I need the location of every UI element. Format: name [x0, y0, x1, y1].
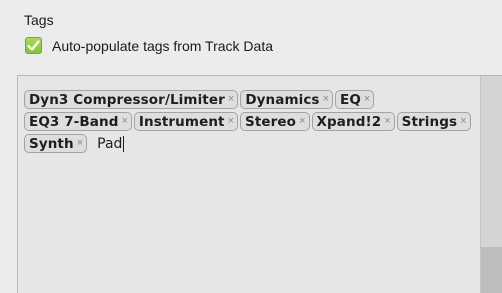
tag-label: Dyn3 Compressor/Limiter	[29, 91, 225, 108]
remove-tag-icon[interactable]: ×	[121, 116, 127, 127]
tag-list: Dyn3 Compressor/Limiter × Dynamics × EQ …	[24, 90, 474, 153]
text-caret	[123, 135, 125, 152]
tag-token[interactable]: Instrument ×	[133, 112, 239, 131]
tag-token[interactable]: EQ ×	[335, 90, 375, 109]
tags-panel: Tags Auto-populate tags from Track Data …	[0, 0, 502, 293]
tag-token[interactable]: Stereo ×	[240, 112, 310, 131]
tag-token[interactable]: Xpand!2 ×	[311, 112, 395, 131]
auto-populate-label[interactable]: Auto-populate tags from Track Data	[52, 38, 273, 54]
tags-section-title: Tags	[24, 12, 54, 28]
vertical-scrollbar[interactable]	[480, 76, 502, 293]
tag-label: Instrument	[138, 113, 225, 130]
tag-input[interactable]: Pad	[97, 135, 125, 152]
remove-tag-icon[interactable]: ×	[364, 94, 370, 105]
auto-populate-row[interactable]: Auto-populate tags from Track Data	[25, 37, 273, 54]
tag-token[interactable]: Dynamics ×	[240, 90, 334, 109]
tag-label: Xpand!2	[316, 113, 382, 130]
tag-token[interactable]: Strings ×	[396, 112, 471, 131]
tag-token[interactable]: Synth ×	[24, 134, 88, 153]
tag-token[interactable]: Dyn3 Compressor/Limiter ×	[24, 90, 239, 109]
tag-field[interactable]: Dyn3 Compressor/Limiter × Dynamics × EQ …	[17, 75, 502, 293]
remove-tag-icon[interactable]: ×	[460, 116, 466, 127]
remove-tag-icon[interactable]: ×	[323, 94, 329, 105]
tag-label: EQ3 7-Band	[29, 113, 119, 130]
remove-tag-icon[interactable]: ×	[228, 94, 234, 105]
remove-tag-icon[interactable]: ×	[299, 116, 305, 127]
auto-populate-checkbox[interactable]	[25, 37, 42, 54]
scrollbar-thumb[interactable]	[481, 247, 502, 293]
remove-tag-icon[interactable]: ×	[77, 138, 83, 149]
tag-label: Stereo	[245, 113, 297, 130]
tag-token[interactable]: EQ3 7-Band ×	[24, 112, 132, 131]
tag-label: Dynamics	[245, 91, 320, 108]
remove-tag-icon[interactable]: ×	[384, 116, 390, 127]
tag-input-text: Pad	[97, 135, 123, 152]
tag-label: Strings	[401, 113, 458, 130]
remove-tag-icon[interactable]: ×	[228, 116, 234, 127]
tag-label: Synth	[29, 135, 74, 152]
tag-label: EQ	[340, 91, 361, 108]
checkmark-icon	[27, 40, 40, 51]
